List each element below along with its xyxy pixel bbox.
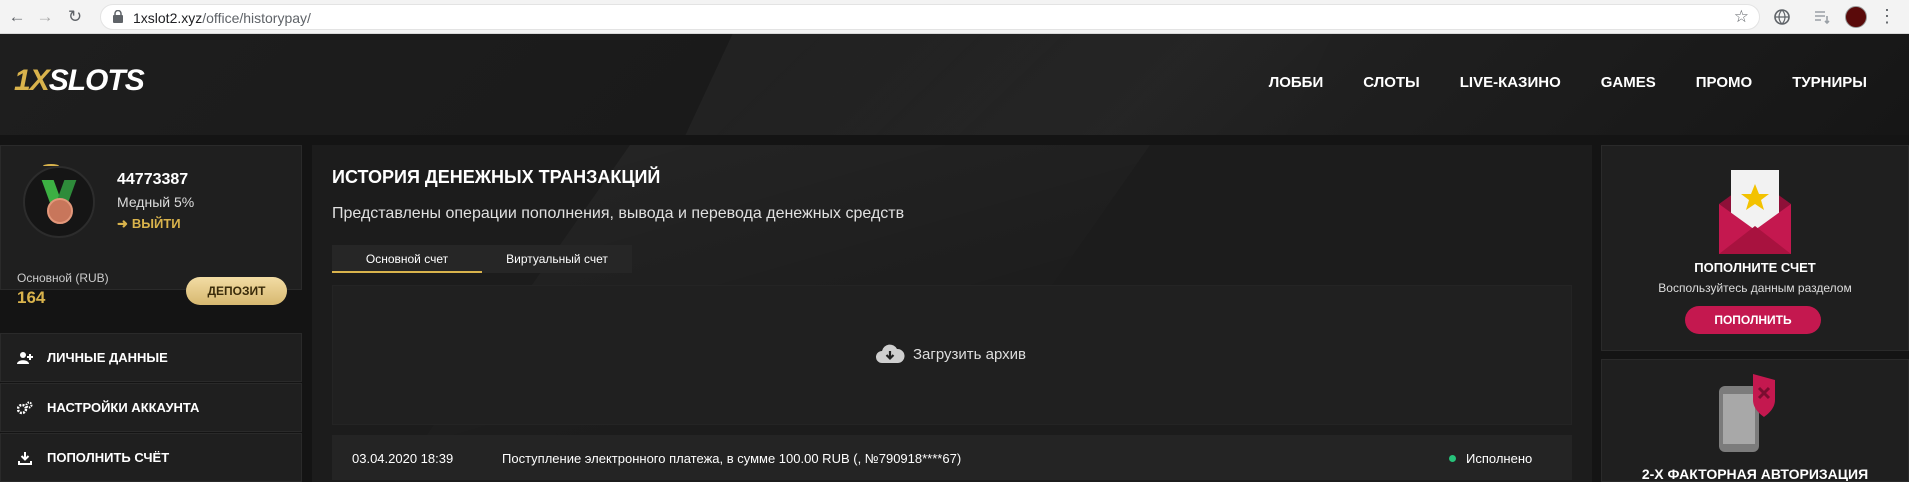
nav-lobby[interactable]: ЛОББИ <box>1269 74 1324 91</box>
logo-slots: SLOTS <box>48 64 145 97</box>
page-subtitle: Представлены операции пополнения, вывода… <box>332 205 905 222</box>
two-factor-card: 2-Х ФАКТОРНАЯ АВТОРИЗАЦИЯ <box>1601 359 1909 482</box>
two-factor-title: 2-Х ФАКТОРНАЯ АВТОРИЗАЦИЯ <box>1641 466 1869 482</box>
transaction-status: Исполнено <box>1449 451 1532 466</box>
sidebar-item-deposit[interactable]: ПОПОЛНИТЬ СЧЁТ <box>0 433 302 482</box>
logo-one: 1 <box>14 64 31 97</box>
nav-slots[interactable]: СЛОТЫ <box>1363 74 1420 91</box>
nav-live-casino[interactable]: LIVE-КАЗИНО <box>1460 74 1561 91</box>
sidebar-item-label: ЛИЧНЫЕ ДАННЫЕ <box>47 350 168 365</box>
forward-icon[interactable]: → <box>34 6 56 28</box>
promo-subtitle: Воспользуйтесь данным разделом <box>1658 281 1852 295</box>
nav-games[interactable]: GAMES <box>1601 74 1656 91</box>
download-archive-label: Загрузить архив <box>913 345 1027 363</box>
back-icon[interactable]: ← <box>6 6 28 28</box>
medal-icon <box>23 164 95 238</box>
balance-label: Основной (RUB) <box>17 271 109 285</box>
url-text: 1xslot2.xyz/office/historypay/ <box>133 10 311 26</box>
sidebar-item-label: ПОПОЛНИТЬ СЧЁТ <box>47 450 170 465</box>
playlist-icon[interactable] <box>1812 7 1832 27</box>
top-up-button[interactable]: ПОПОЛНИТЬ <box>1685 306 1821 334</box>
deposit-button[interactable]: ДЕПОЗИТ <box>186 277 287 305</box>
logo-x: X <box>29 64 50 97</box>
transaction-history-panel: ИСТОРИЯ ДЕНЕЖНЫХ ТРАНЗАКЦИЙ Представлены… <box>312 145 1592 482</box>
user-level: Медный 5% <box>117 194 195 210</box>
tab-main-account[interactable]: Основной счет <box>332 245 482 273</box>
reload-icon[interactable]: ↻ <box>64 6 86 28</box>
envelope-star-icon <box>1719 170 1791 254</box>
logout-link[interactable]: ➜ ВЫЙТИ <box>117 216 181 232</box>
lock-icon <box>113 10 123 23</box>
logout-label: ВЫЙТИ <box>131 216 181 231</box>
url-domain: 1xslot2.xyz <box>133 10 203 26</box>
nav-tournaments[interactable]: ТУРНИРЫ <box>1792 74 1867 91</box>
address-bar[interactable]: 1xslot2.xyz/office/historypay/ ☆ <box>100 4 1760 30</box>
transaction-description: Поступление электронного платежа, в сумм… <box>502 451 962 466</box>
status-dot-icon <box>1449 455 1456 462</box>
promo-title: ПОПОЛНИТЕ СЧЕТ <box>1694 260 1816 275</box>
logout-icon: ➜ <box>117 216 128 231</box>
user-id: 44773387 <box>117 171 189 188</box>
table-row: 03.04.2020 18:39 Поступление электронног… <box>332 435 1572 480</box>
profile-card: 44773387 Медный 5% ➜ ВЫЙТИ Основной (RUB)… <box>0 145 302 307</box>
download-icon <box>17 451 33 465</box>
profile-avatar[interactable] <box>1845 6 1867 28</box>
cloud-download-icon <box>876 344 905 363</box>
phone-shield-icon <box>1719 374 1775 452</box>
main-nav: ЛОББИ СЛОТЫ LIVE-КАЗИНО GAMES ПРОМО ТУРН… <box>1269 74 1909 91</box>
globe-icon[interactable] <box>1772 7 1792 27</box>
star-icon[interactable]: ☆ <box>1734 7 1749 27</box>
menu-icon[interactable]: ⋮ <box>1878 5 1896 27</box>
transaction-date: 03.04.2020 18:39 <box>352 451 454 466</box>
logo[interactable]: 1XSLOTS <box>14 64 145 98</box>
balance-value: 164 <box>17 288 46 307</box>
browser-toolbar: ← → ↻ 1xslot2.xyz/office/historypay/ ☆ ⋮ <box>0 0 1909 34</box>
download-archive-button[interactable]: Загрузить архив <box>875 343 1026 365</box>
user-add-icon <box>17 351 33 365</box>
status-text: Исполнено <box>1466 451 1533 466</box>
account-tabs: Основной счет Виртуальный счет <box>332 245 632 273</box>
sidebar-item-personal-data[interactable]: ЛИЧНЫЕ ДАННЫЕ <box>0 333 302 382</box>
promo-card: ПОПОЛНИТЕ СЧЕТ Воспользуйтесь данным раз… <box>1601 145 1909 351</box>
nav-promo[interactable]: ПРОМО <box>1696 74 1752 91</box>
page-title: ИСТОРИЯ ДЕНЕЖНЫХ ТРАНЗАКЦИЙ <box>332 167 661 187</box>
sidebar-item-label: НАСТРОЙКИ АККАУНТА <box>47 400 200 415</box>
sidebar-item-account-settings[interactable]: НАСТРОЙКИ АККАУНТА <box>0 383 302 432</box>
site-header: 1XSLOTS ЛОББИ СЛОТЫ LIVE-КАЗИНО GAMES ПР… <box>0 34 1909 135</box>
tab-virtual-account[interactable]: Виртуальный счет <box>482 245 632 273</box>
gears-icon <box>17 401 33 415</box>
archive-area: Загрузить архив <box>332 285 1572 425</box>
url-path: /office/historypay/ <box>202 10 311 26</box>
